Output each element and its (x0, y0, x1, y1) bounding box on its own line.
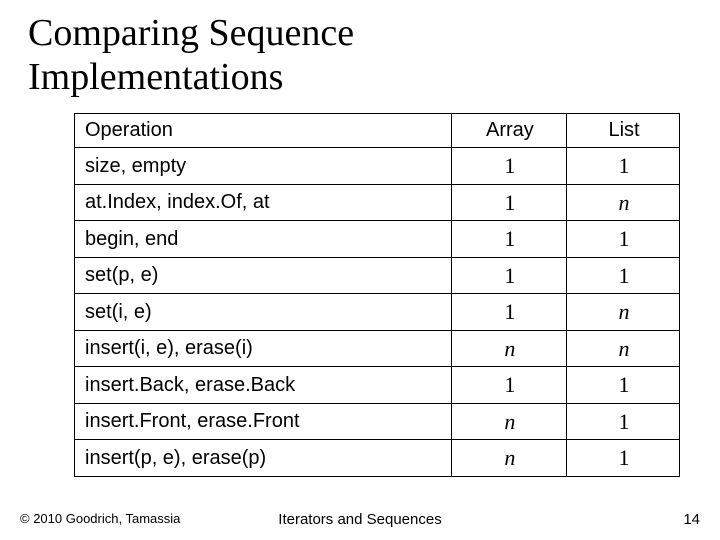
cell-operation: begin, end (75, 221, 452, 258)
cell-list: n (567, 330, 680, 367)
cell-list: n (567, 184, 680, 221)
table-row: insert.Front, erase.Frontn1 (75, 403, 680, 440)
table-row: set(p, e)11 (75, 257, 680, 294)
table-row: insert(p, e), erase(p)n1 (75, 440, 680, 477)
table-row: set(i, e)1n (75, 294, 680, 331)
table-body: size, empty11at.Index, index.Of, at1nbeg… (75, 148, 680, 477)
cell-array: n (451, 403, 566, 440)
slide-title: Comparing Sequence Implementations (28, 12, 692, 99)
cell-operation: set(i, e) (75, 294, 452, 331)
page-number: 14 (683, 511, 700, 528)
cell-operation: insert(p, e), erase(p) (75, 440, 452, 477)
table-row: size, empty11 (75, 148, 680, 185)
cell-array: 1 (451, 184, 566, 221)
cell-operation: at.Index, index.Of, at (75, 184, 452, 221)
cell-array: 1 (451, 294, 566, 331)
cell-operation: size, empty (75, 148, 452, 185)
cell-operation: insert.Back, erase.Back (75, 367, 452, 404)
title-line-2: Implementations (28, 56, 283, 98)
title-line-1: Comparing Sequence (28, 12, 354, 54)
table-row: begin, end11 (75, 221, 680, 258)
table-row: at.Index, index.Of, at1n (75, 184, 680, 221)
comparison-table-wrap: Operation Array List size, empty11at.Ind… (74, 113, 680, 477)
cell-array: 1 (451, 367, 566, 404)
cell-array: 1 (451, 221, 566, 258)
footer-center: Iterators and Sequences (278, 511, 441, 528)
cell-array: 1 (451, 148, 566, 185)
footer: © 2010 Goodrich, Tamassia Iterators and … (20, 511, 700, 526)
cell-list: 1 (567, 221, 680, 258)
col-array: Array (451, 114, 566, 148)
cell-array: n (451, 330, 566, 367)
cell-operation: set(p, e) (75, 257, 452, 294)
col-list: List (567, 114, 680, 148)
cell-array: 1 (451, 257, 566, 294)
copyright: © 2010 Goodrich, Tamassia (20, 511, 180, 526)
cell-operation: insert.Front, erase.Front (75, 403, 452, 440)
table-header-row: Operation Array List (75, 114, 680, 148)
cell-operation: insert(i, e), erase(i) (75, 330, 452, 367)
cell-list: 1 (567, 257, 680, 294)
cell-list: 1 (567, 367, 680, 404)
table-row: insert(i, e), erase(i)nn (75, 330, 680, 367)
cell-list: n (567, 294, 680, 331)
cell-array: n (451, 440, 566, 477)
table-row: insert.Back, erase.Back11 (75, 367, 680, 404)
col-operation: Operation (75, 114, 452, 148)
cell-list: 1 (567, 440, 680, 477)
slide: Comparing Sequence Implementations Opera… (0, 0, 720, 540)
comparison-table: Operation Array List size, empty11at.Ind… (74, 113, 680, 477)
cell-list: 1 (567, 403, 680, 440)
cell-list: 1 (567, 148, 680, 185)
